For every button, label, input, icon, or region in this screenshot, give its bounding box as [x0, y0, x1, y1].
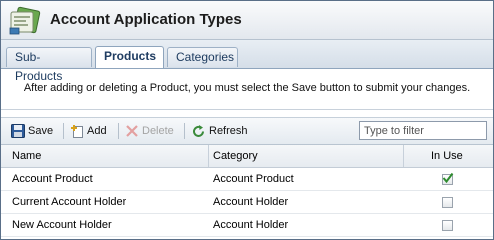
- products-grid: Name Category In Use Account Product Acc…: [1, 145, 493, 237]
- tab-strip: Sub-Products Products Categories: [1, 40, 493, 83]
- in-use-checkbox[interactable]: [442, 220, 453, 231]
- row-name: New Account Holder: [12, 219, 112, 231]
- save-button[interactable]: Save: [11, 121, 53, 141]
- refresh-button[interactable]: Refresh: [191, 121, 248, 141]
- row-category: Account Holder: [213, 196, 289, 208]
- tab-categories[interactable]: Categories: [167, 47, 238, 67]
- filter-input[interactable]: [359, 121, 487, 140]
- in-use-checkbox-checked[interactable]: [442, 172, 454, 185]
- column-header-name[interactable]: Name: [12, 145, 41, 167]
- toolbar: Save Add Delete Refresh: [1, 117, 493, 145]
- table-row[interactable]: Account Product Account Product: [1, 168, 493, 191]
- toolbar-divider: [63, 123, 64, 139]
- tab-products[interactable]: Products: [95, 46, 164, 68]
- save-label: Save: [28, 125, 54, 137]
- column-header-in-use[interactable]: In Use: [431, 145, 463, 167]
- page-title: Account Application Types: [50, 11, 242, 28]
- floppy-disk-icon: [11, 124, 25, 138]
- column-divider[interactable]: [403, 145, 404, 167]
- info-message: After adding or deleting a Product, you …: [1, 69, 493, 110]
- delete-button[interactable]: Delete: [125, 121, 174, 141]
- add-button[interactable]: Add: [70, 121, 107, 141]
- refresh-icon: [193, 124, 204, 137]
- row-category: Account Product: [213, 173, 294, 185]
- table-row[interactable]: Current Account Holder Account Holder: [1, 191, 493, 214]
- column-header-category[interactable]: Category: [213, 145, 258, 167]
- row-name: Account Product: [12, 173, 93, 185]
- tab-sub-products[interactable]: Sub-Products: [6, 47, 92, 83]
- row-name: Current Account Holder: [12, 196, 127, 208]
- window: Account Application Types Sub-Products P…: [0, 0, 494, 240]
- add-document-icon: [71, 125, 83, 138]
- table-row[interactable]: New Account Holder Account Holder: [1, 214, 493, 237]
- grid-header: Name Category In Use: [1, 145, 493, 168]
- application-types-icon: [9, 6, 41, 35]
- toolbar-divider: [118, 123, 119, 139]
- toolbar-divider: [184, 123, 185, 139]
- in-use-checkbox[interactable]: [442, 197, 453, 208]
- delete-x-icon: [126, 125, 138, 137]
- column-divider[interactable]: [208, 145, 209, 167]
- title-bar: Account Application Types: [1, 1, 493, 40]
- row-category: Account Holder: [213, 219, 289, 231]
- delete-label: Delete: [142, 125, 174, 137]
- checkmark-icon: [442, 172, 454, 184]
- add-label: Add: [87, 125, 107, 137]
- refresh-label: Refresh: [209, 125, 248, 137]
